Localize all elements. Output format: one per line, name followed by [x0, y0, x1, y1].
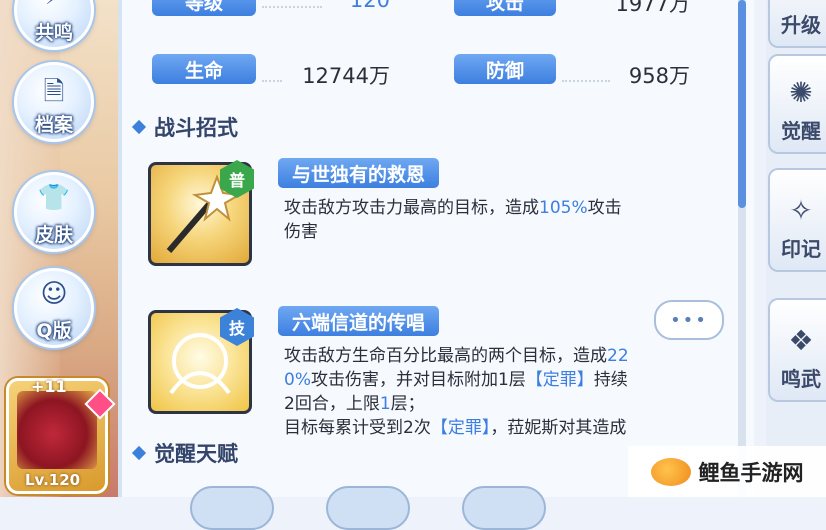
- talent-slot[interactable]: [190, 486, 274, 530]
- tab-awaken-label: 觉醒: [781, 119, 821, 143]
- tab-upgrade-label: 升级: [781, 13, 821, 37]
- watermark-text: 鲤鱼手游网: [698, 460, 804, 485]
- skill-1-description: 攻击敌方攻击力最高的目标，造成105%攻击 伤害: [284, 198, 622, 242]
- stat-attack-label: 攻击: [454, 0, 556, 16]
- stat-hp-label: 生命: [152, 54, 256, 84]
- tab-upgrade[interactable]: 升级: [768, 0, 826, 48]
- weapon-icon: ❖: [788, 324, 814, 357]
- skill-1-name: 与世独有的救恩: [278, 158, 440, 188]
- diamond-icon: [131, 445, 147, 461]
- tab-weapon[interactable]: ❖ 鸣武: [768, 298, 826, 402]
- awaken-section-title: 觉醒天赋: [131, 438, 246, 468]
- tab-imprint[interactable]: ✧ 印记: [768, 168, 826, 272]
- nav-archive-label: 档案: [34, 114, 73, 136]
- diamond-icon: [131, 119, 147, 135]
- skill-2-description: 攻击敌方生命百分比最高的两个目标，造成22 0%攻击伤害，并对目标附加1层【定罪…: [284, 346, 629, 438]
- stat-level-value: 120: [349, 0, 390, 12]
- nav-archive[interactable]: 🗎 档案: [4, 62, 104, 142]
- carp-icon: [650, 457, 691, 486]
- nav-chibi-label: Q版: [36, 320, 72, 342]
- resonance-icon: ⚡: [17, 0, 91, 11]
- nav-resonance-label: 共鸣: [34, 22, 73, 44]
- character-avatar[interactable]: +11 Lv.120: [6, 377, 116, 494]
- nav-chibi[interactable]: ☺ Q版: [4, 268, 104, 348]
- combat-section-label: 战斗招式: [154, 116, 238, 140]
- talent-slot[interactable]: [326, 486, 410, 530]
- combat-section-title: 战斗招式: [131, 112, 238, 142]
- chibi-icon: ☺: [40, 279, 68, 309]
- awaken-icon: ✺: [789, 76, 813, 109]
- stat-hp-value: 12744万: [302, 64, 390, 88]
- stat-attack-value: 1977万: [615, 0, 690, 16]
- skill-2-name: 六端信道的传唱: [278, 306, 440, 336]
- shirt-icon: 👕: [37, 183, 71, 213]
- scrollbar-thumb[interactable]: [738, 0, 746, 208]
- stat-defense-value: 958万: [628, 64, 690, 88]
- watermark: 鲤鱼手游网: [628, 446, 826, 497]
- more-options-button[interactable]: •••: [654, 300, 724, 340]
- nav-skin-label: 皮肤: [34, 224, 73, 246]
- talent-slot[interactable]: [462, 486, 546, 530]
- awaken-section-label: 觉醒天赋: [154, 442, 238, 466]
- tab-imprint-label: 印记: [781, 237, 821, 261]
- character-level: Lv.120: [25, 471, 81, 489]
- stat-defense-label: 防御: [454, 54, 556, 84]
- imprint-icon: ✧: [789, 194, 813, 227]
- tab-weapon-label: 鸣武: [781, 367, 821, 391]
- nav-skin[interactable]: 👕 皮肤: [4, 172, 104, 252]
- stat-level-label: 等级: [152, 0, 256, 16]
- tab-awaken[interactable]: ✺ 觉醒: [768, 54, 826, 154]
- stat-divider: [262, 80, 282, 82]
- star-count: +11: [31, 377, 67, 396]
